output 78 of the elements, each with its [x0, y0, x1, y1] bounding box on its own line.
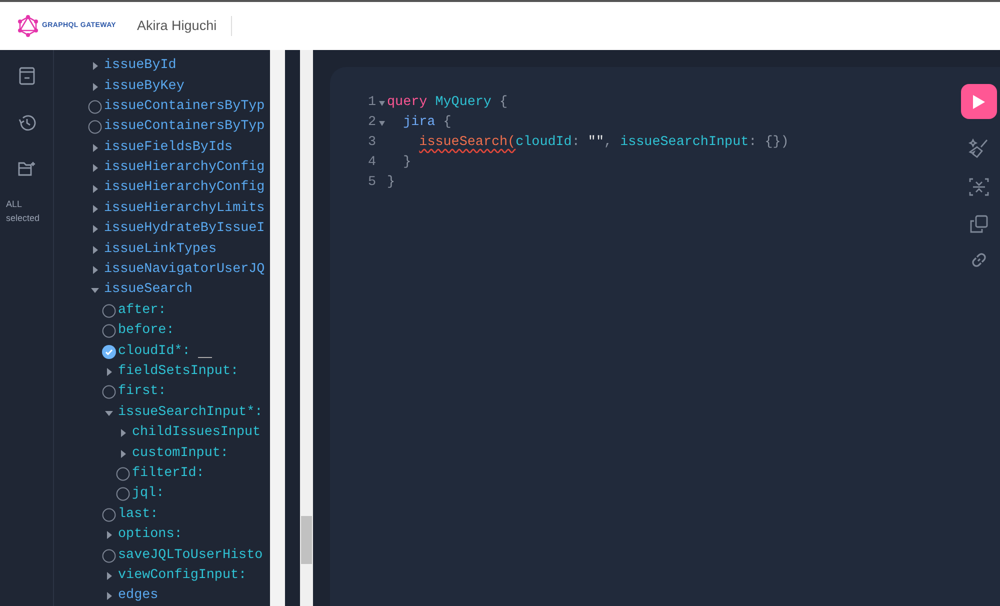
caret-right-icon[interactable]: [105, 592, 113, 600]
field-name[interactable]: issueById: [104, 56, 176, 76]
copy-icon[interactable]: [970, 215, 988, 233]
line-number: 2: [366, 114, 376, 132]
caret-down-icon[interactable]: [105, 408, 113, 417]
argument-name[interactable]: cloudId*:: [118, 342, 190, 362]
caret-right-icon[interactable]: [91, 225, 99, 234]
argument-name[interactable]: issueSearchInput*:: [118, 402, 263, 423]
caret-right-icon[interactable]: [119, 450, 127, 458]
caret-right-icon[interactable]: [91, 246, 99, 254]
argument-name[interactable]: customInput:: [132, 444, 228, 464]
caret-right-icon[interactable]: [91, 164, 99, 172]
line-number: 5: [366, 174, 376, 192]
field-name[interactable]: issueHierarchyLimits: [104, 198, 265, 219]
field-name[interactable]: issueByKey: [104, 76, 184, 97]
checkbox[interactable]: [102, 324, 116, 338]
link-icon[interactable]: [970, 251, 988, 269]
checked-checkbox[interactable]: [102, 344, 116, 359]
fold-icon[interactable]: [378, 120, 384, 126]
checkbox[interactable]: [102, 548, 116, 563]
argument-name[interactable]: options:: [118, 525, 182, 546]
field-name[interactable]: issueHydrateByIssueI: [104, 219, 265, 240]
play-icon: [972, 94, 986, 110]
field-name[interactable]: issueLinkTypes: [104, 240, 216, 260]
argument-name[interactable]: before:: [118, 321, 174, 342]
argument-name[interactable]: filterId:: [132, 464, 204, 484]
field-name[interactable]: issueSearch: [104, 280, 192, 301]
caret-right-icon[interactable]: [91, 204, 99, 213]
field-name[interactable]: issueFieldsByIds: [104, 138, 233, 158]
field-name[interactable]: issueContainersByTyp: [104, 96, 265, 118]
checkbox[interactable]: [116, 487, 130, 502]
line-number: 1: [366, 94, 376, 112]
field-name[interactable]: issueNavigatorUserJQ: [104, 260, 265, 280]
field-name[interactable]: edges: [118, 586, 158, 606]
line-number: 4: [366, 154, 376, 172]
run-button[interactable]: [961, 84, 997, 119]
field-name[interactable]: issueContainersByTyp: [104, 117, 265, 138]
caret-right-icon[interactable]: [91, 82, 99, 91]
argument-name[interactable]: viewConfigInput:: [118, 566, 247, 586]
caret-right-icon[interactable]: [91, 266, 99, 274]
field-name[interactable]: issueHierarchyConfig: [104, 178, 265, 199]
scrollbar-thumb[interactable]: [301, 516, 312, 564]
graphql-logo-icon: [18, 15, 38, 37]
argument-name[interactable]: fieldSetsInput:: [118, 362, 239, 382]
user-name: Akira Higuchi: [137, 16, 232, 36]
argument-name[interactable]: jql:: [132, 484, 164, 504]
checkbox[interactable]: [88, 100, 102, 114]
code-line: issueSearch(cloudId: "", issueSearchInput: {}): [418, 134, 789, 152]
document-icon[interactable]: [18, 67, 34, 85]
field-name[interactable]: issueHierarchyConfig: [104, 158, 265, 178]
checkbox[interactable]: [102, 385, 116, 400]
caret-right-icon[interactable]: [105, 531, 113, 540]
argument-name[interactable]: last:: [118, 504, 158, 525]
caret-right-icon[interactable]: [91, 184, 99, 193]
argument-name[interactable]: childIssuesInput: [132, 423, 261, 444]
argument-name[interactable]: after:: [118, 300, 166, 321]
caret-right-icon[interactable]: [105, 368, 113, 376]
caret-right-icon[interactable]: [105, 572, 113, 580]
checkbox[interactable]: [116, 467, 130, 481]
caret-right-icon[interactable]: [91, 62, 99, 70]
caret-down-icon[interactable]: [91, 286, 99, 294]
merge-icon[interactable]: [969, 177, 989, 197]
caret-right-icon[interactable]: [91, 144, 99, 152]
argument-name[interactable]: first:: [118, 382, 166, 402]
line-number: 3: [366, 134, 376, 152]
caret-right-icon[interactable]: [119, 429, 127, 438]
fold-icon[interactable]: [378, 100, 384, 106]
checkbox[interactable]: [102, 304, 116, 318]
history-icon[interactable]: [18, 114, 36, 132]
code-line: }: [387, 174, 396, 192]
checkbox[interactable]: [102, 508, 116, 522]
code-line: }: [402, 154, 412, 172]
checkbox[interactable]: [88, 120, 102, 134]
argument-name[interactable]: saveJQLToUserHisto: [118, 546, 263, 566]
code-line: query MyQuery {: [387, 94, 508, 112]
folder-plus-icon[interactable]: [18, 161, 36, 176]
prettify-icon[interactable]: [968, 137, 990, 159]
code-line: jira {: [402, 114, 452, 132]
